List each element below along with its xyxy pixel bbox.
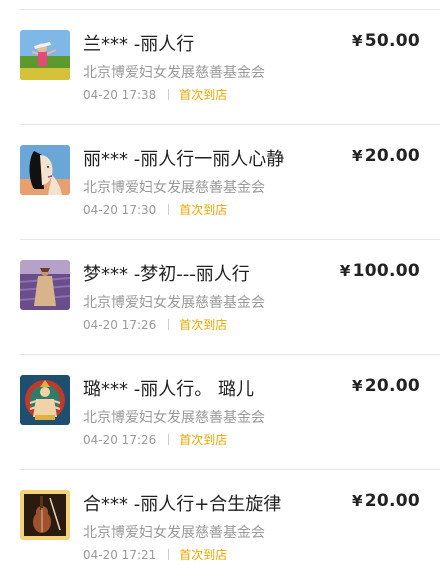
- status-tag: 首次到店: [179, 318, 228, 332]
- donor-name: 丽*** -丽人行一丽人心静: [83, 149, 285, 170]
- donor-name: 璐*** -丽人行。 璐儿: [83, 379, 254, 400]
- girl-in-field-photo-icon: [20, 30, 70, 80]
- avatar: [20, 30, 70, 80]
- meta-row: 04-20 17:30 首次到店: [83, 201, 227, 218]
- separator: [168, 204, 170, 215]
- currency-symbol: ¥: [351, 147, 363, 165]
- donation-amount: ¥100.00: [340, 261, 420, 281]
- organization-name: 北京博爱妇女发展慈善基金会: [83, 295, 265, 311]
- timestamp: 04-20 17:26: [83, 318, 157, 332]
- meta-row: 04-20 17:26 首次到店: [83, 431, 227, 448]
- list-item[interactable]: 兰*** -丽人行 ¥50.00 北京博爱妇女发展慈善基金会 04-20 17:…: [0, 10, 440, 124]
- currency-symbol: ¥: [351, 492, 363, 510]
- woman-portrait-illustration-icon: [20, 145, 70, 195]
- status-tag: 首次到店: [179, 548, 228, 562]
- currency-symbol: ¥: [351, 32, 363, 50]
- list-item[interactable]: 梦*** -梦初---丽人行 ¥100.00 北京博爱妇女发展慈善基金会 04-…: [0, 240, 440, 354]
- timestamp: 04-20 17:30: [83, 203, 157, 217]
- avatar: [20, 260, 70, 310]
- organization-name: 北京博爱妇女发展慈善基金会: [83, 180, 265, 196]
- amount-value: 20.00: [364, 146, 420, 166]
- organization-name: 北京博爱妇女发展慈善基金会: [83, 65, 265, 81]
- timestamp: 04-20 17:21: [83, 548, 157, 562]
- avatar: [20, 375, 70, 425]
- amount-value: 50.00: [364, 31, 420, 51]
- list-item[interactable]: 丽*** -丽人行一丽人心静 ¥20.00 北京博爱妇女发展慈善基金会 04-2…: [0, 125, 440, 239]
- woman-in-lavender-field-photo-icon: [20, 260, 70, 310]
- separator: [168, 549, 170, 560]
- avatar: [20, 490, 70, 540]
- meta-row: 04-20 17:21 首次到店: [83, 546, 227, 563]
- separator: [168, 434, 170, 445]
- donation-amount: ¥50.00: [352, 31, 420, 51]
- thangka-deity-painting-icon: [20, 375, 70, 425]
- organization-name: 北京博爱妇女发展慈善基金会: [83, 410, 265, 426]
- donation-amount: ¥20.00: [352, 376, 420, 396]
- violin-photo-icon: [20, 490, 70, 540]
- donor-name: 合*** -丽人行+合生旋律: [83, 494, 282, 515]
- list-item[interactable]: 璐*** -丽人行。 璐儿 ¥20.00 北京博爱妇女发展慈善基金会 04-20…: [0, 355, 440, 469]
- donor-name: 兰*** -丽人行: [83, 34, 195, 55]
- status-tag: 首次到店: [179, 433, 228, 447]
- timestamp: 04-20 17:38: [83, 88, 157, 102]
- status-tag: 首次到店: [179, 203, 228, 217]
- donor-name: 梦*** -梦初---丽人行: [83, 264, 250, 285]
- meta-row: 04-20 17:38 首次到店: [83, 86, 227, 103]
- amount-value: 100.00: [352, 261, 420, 281]
- list-item[interactable]: 合*** -丽人行+合生旋律 ¥20.00 北京博爱妇女发展慈善基金会 04-2…: [0, 470, 440, 570]
- amount-value: 20.00: [364, 491, 420, 511]
- avatar: [20, 145, 70, 195]
- separator: [168, 319, 170, 330]
- donation-amount: ¥20.00: [352, 146, 420, 166]
- timestamp: 04-20 17:26: [83, 433, 157, 447]
- donation-amount: ¥20.00: [352, 491, 420, 511]
- currency-symbol: ¥: [339, 262, 351, 280]
- amount-value: 20.00: [364, 376, 420, 396]
- donation-list: 兰*** -丽人行 ¥50.00 北京博爱妇女发展慈善基金会 04-20 17:…: [0, 0, 440, 570]
- separator: [168, 89, 170, 100]
- organization-name: 北京博爱妇女发展慈善基金会: [83, 525, 265, 541]
- status-tag: 首次到店: [179, 88, 228, 102]
- currency-symbol: ¥: [351, 377, 363, 395]
- meta-row: 04-20 17:26 首次到店: [83, 316, 227, 333]
